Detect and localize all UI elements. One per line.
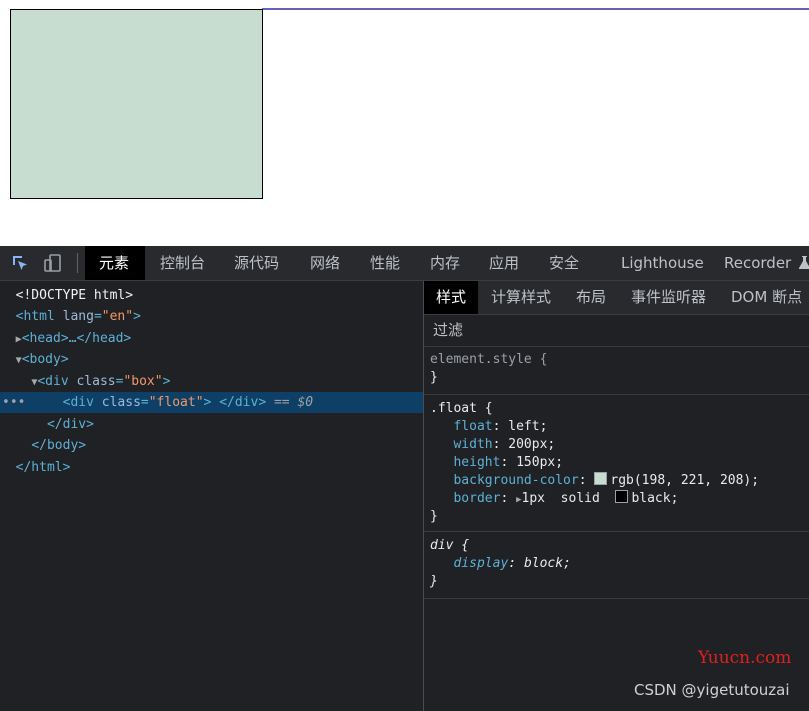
rule-div-useragent: div { display: block; } (424, 533, 809, 599)
prop-value: 1px solid black; (521, 490, 679, 506)
dom-node-body[interactable]: ▼<body> (0, 349, 423, 370)
div-close: </div> (46, 417, 94, 432)
html-tag: html (23, 309, 55, 324)
styles-pane: 样式 计算样式 布局 事件监听器 DOM 断点 过滤 element.style… (424, 281, 809, 711)
div-selector[interactable]: div { (430, 538, 469, 553)
prop-name: width (453, 437, 493, 452)
body-close: </body> (31, 438, 87, 453)
toolbar-separator (77, 253, 78, 273)
tab-elements[interactable]: 元素 (85, 246, 145, 280)
device-toolbar-icon[interactable] (44, 254, 62, 272)
rendered-page (0, 0, 809, 246)
dom-node-html[interactable]: <html lang="en"> (0, 306, 423, 327)
tab-styles[interactable]: 样式 (424, 281, 478, 314)
dom-node-html-close[interactable]: </html> (0, 457, 423, 478)
body-open: <body> (21, 352, 69, 367)
color-swatch[interactable] (594, 472, 608, 485)
tab-lighthouse[interactable]: Lighthouse (607, 246, 718, 280)
div-box-attr-value: "box" (123, 374, 163, 389)
selected-marker: == $0 (273, 395, 314, 410)
dom-node-body-close[interactable]: </body> (0, 435, 423, 456)
inspect-element-icon[interactable] (11, 254, 29, 272)
rule-element-style: element.style { } (424, 347, 809, 395)
div-float-attr-value: "float" (148, 395, 204, 410)
tab-sources[interactable]: 源代码 (220, 246, 293, 280)
tab-layout[interactable]: 布局 (564, 281, 618, 314)
tab-recorder[interactable]: Recorder (710, 246, 809, 280)
div-close: } (430, 574, 438, 589)
tab-console[interactable]: 控制台 (146, 246, 219, 280)
element-style-close: } (430, 370, 438, 385)
prop-float[interactable]: float: left; (424, 418, 809, 436)
dom-node-div-close[interactable]: </div> (0, 414, 423, 435)
flask-icon (799, 256, 809, 269)
black-color-swatch[interactable] (615, 490, 629, 503)
element-style-selector[interactable]: element.style { (430, 352, 547, 367)
tab-event-listeners[interactable]: 事件监听器 (619, 281, 718, 314)
dom-tree: <!DOCTYPE html> <html lang="en"> ▶<head>… (0, 281, 423, 711)
tab-computed[interactable]: 计算样式 (479, 281, 563, 314)
watermark-site: Yuucn.com (698, 648, 792, 668)
prop-width[interactable]: width: 200px; (424, 436, 809, 454)
prop-value: left; (508, 419, 548, 434)
tab-recorder-label: Recorder (724, 254, 792, 272)
prop-border[interactable]: border: ▶1px solid black; (424, 490, 809, 508)
div-float-close: </div> (219, 395, 267, 410)
prop-value: rgb(198, 221, 208); (610, 473, 760, 488)
float-close: } (430, 509, 438, 524)
prop-name: border (453, 491, 501, 506)
dom-node-div-float[interactable]: ••• <div class="float"> </div> == $0 (0, 392, 423, 413)
rule-float: .float { float: left; width: 200px; heig… (424, 396, 809, 532)
tab-memory[interactable]: 内存 (416, 246, 474, 280)
float-selector[interactable]: .float { (430, 401, 493, 416)
devtools-panel: 元素 控制台 源代码 网络 性能 内存 应用 安全 Lighthouse Rec… (0, 246, 809, 711)
tab-dom-breakpoints[interactable]: DOM 断点 (719, 281, 809, 314)
html-attr-name: lang (62, 309, 94, 324)
tab-security[interactable]: 安全 (535, 246, 593, 280)
prop-name: background-color (453, 473, 579, 488)
tab-network[interactable]: 网络 (296, 246, 354, 280)
head-collapsed: <head>…</head> (21, 331, 132, 346)
devtools-toolbar: 元素 控制台 源代码 网络 性能 内存 应用 安全 Lighthouse Rec… (0, 246, 809, 281)
prop-display[interactable]: display: block; (424, 555, 809, 573)
dom-node-head[interactable]: ▶<head>…</head> (0, 328, 423, 349)
tab-application[interactable]: 应用 (475, 246, 533, 280)
prop-value: 150px; (516, 455, 564, 470)
html-attr-value: "en" (101, 309, 134, 324)
more-dots-icon[interactable]: ••• (2, 392, 25, 413)
styles-filter-input[interactable]: 过滤 (424, 315, 809, 347)
prop-height[interactable]: height: 150px; (424, 454, 809, 472)
doctype-text: <!DOCTYPE html> (15, 288, 134, 303)
div-float-tag: div (70, 395, 94, 410)
div-box-tag: div (45, 374, 69, 389)
html-close: </html> (15, 460, 71, 475)
prop-name: display (453, 556, 509, 571)
prop-background-color[interactable]: background-color: rgb(198, 221, 208); (424, 472, 809, 490)
filter-label: 过滤 (433, 321, 464, 339)
prop-value: 200px; (508, 437, 556, 452)
page-top-border (262, 8, 809, 10)
prop-name: height (453, 455, 501, 470)
watermark-author: CSDN @yigetutouzai (634, 681, 790, 699)
dom-node-doctype[interactable]: <!DOCTYPE html> (0, 285, 423, 306)
styles-tabbar: 样式 计算样式 布局 事件监听器 DOM 断点 (424, 281, 809, 315)
prop-name: float (453, 419, 493, 434)
expand-triangle-icon[interactable]: ▶ (516, 495, 521, 505)
tab-performance[interactable]: 性能 (356, 246, 414, 280)
div-float-attr-name: class (101, 395, 141, 410)
float-div-box[interactable] (10, 9, 263, 199)
div-box-attr-name: class (76, 374, 116, 389)
dom-node-div-box[interactable]: ▼<div class="box"> (0, 371, 423, 392)
prop-value: block; (523, 556, 571, 571)
